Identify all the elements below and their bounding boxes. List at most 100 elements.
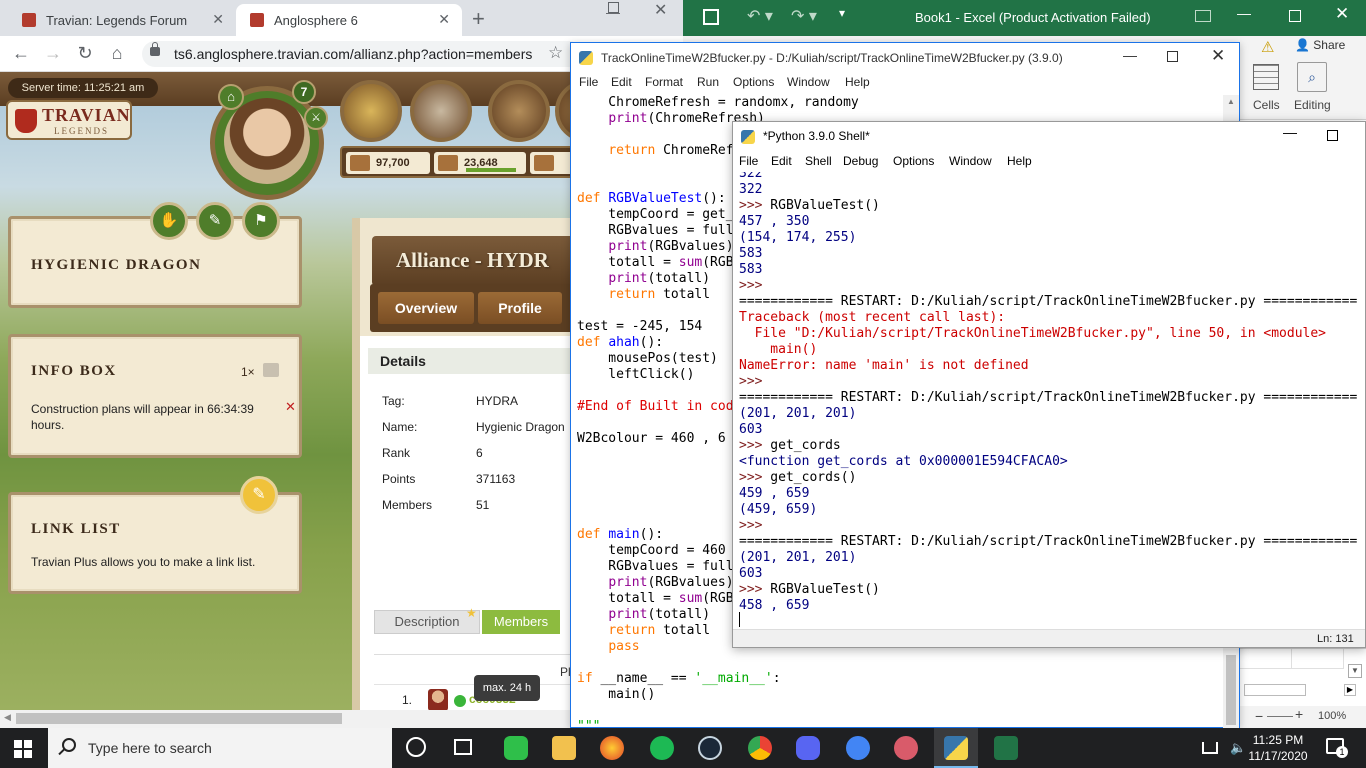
warehouse-capacity[interactable]: 97,700 <box>346 152 430 174</box>
volume-icon[interactable]: 🔈 <box>1230 740 1246 756</box>
flag-icon[interactable]: ⚑ <box>242 202 280 240</box>
tab-travian-forum[interactable]: Travian: Legends Forum ✕ <box>8 4 236 36</box>
grid-cell[interactable] <box>1240 649 1292 669</box>
menu-file[interactable]: File <box>579 75 598 89</box>
alliance-panel-title[interactable]: HYGIENIC DRAGON <box>31 257 201 274</box>
subtab-description[interactable]: Description <box>374 610 480 634</box>
close-window-icon[interactable]: ✕ <box>1211 46 1225 66</box>
customize-toolbar-icon[interactable]: ▾ <box>839 6 845 20</box>
windows-start-icon[interactable] <box>14 740 32 758</box>
bookmark-star-icon[interactable]: ☆ <box>548 43 563 63</box>
chrome-profile-icon[interactable] <box>846 736 870 760</box>
ribbon-display-icon[interactable] <box>1195 10 1211 22</box>
lock-icon[interactable] <box>150 42 160 56</box>
menu-debug[interactable]: Debug <box>843 154 878 168</box>
map-button[interactable] <box>488 80 550 142</box>
network-icon[interactable] <box>1202 742 1218 754</box>
hero-adventure-icon[interactable]: ⚔ <box>304 106 328 130</box>
menu-options[interactable]: Options <box>893 154 934 168</box>
cells-label[interactable]: Cells <box>1253 98 1280 112</box>
redo-icon[interactable]: ↷ ▾ <box>791 6 817 26</box>
reload-icon[interactable]: ↻ <box>74 43 96 64</box>
grid-cell[interactable] <box>1292 649 1344 669</box>
steam-icon[interactable] <box>698 736 722 760</box>
home-icon[interactable]: ⌂ <box>106 43 128 64</box>
menu-run[interactable]: Run <box>697 75 719 89</box>
maximize-icon[interactable] <box>1327 130 1338 141</box>
chrome-icon[interactable] <box>748 736 772 760</box>
menu-edit[interactable]: Edit <box>771 154 792 168</box>
forum-edit-icon[interactable]: ✎ <box>196 202 234 240</box>
menu-options[interactable]: Options <box>733 75 774 89</box>
zoom-slider[interactable] <box>1267 716 1293 717</box>
close-window-icon[interactable]: ✕ <box>1335 4 1349 24</box>
undo-icon[interactable]: ↶ ▾ <box>747 6 773 26</box>
menu-file[interactable]: File <box>739 154 758 168</box>
handshake-icon[interactable]: ✋ <box>150 202 188 240</box>
back-icon[interactable]: ← <box>10 43 32 64</box>
scroll-left-icon[interactable]: ◀ <box>4 712 11 723</box>
new-tab-button[interactable]: + <box>472 6 485 32</box>
menu-help[interactable]: Help <box>845 75 870 89</box>
zoom-out-icon[interactable]: − <box>1255 708 1263 724</box>
maximize-icon[interactable] <box>1167 51 1178 62</box>
editing-search-icon[interactable]: ⌕ <box>1297 62 1327 92</box>
maximize-icon[interactable] <box>608 2 619 13</box>
system-clock[interactable]: 11:25 PM 11/17/2020 <box>1246 732 1310 764</box>
menu-shell[interactable]: Shell <box>805 154 832 168</box>
cells-icon[interactable] <box>1253 64 1279 90</box>
menu-format[interactable]: Format <box>645 75 683 89</box>
cortana-icon[interactable] <box>406 737 426 757</box>
firefox-icon[interactable] <box>600 736 624 760</box>
village-buildings-button[interactable] <box>410 80 472 142</box>
warning-icon[interactable]: ⚠ <box>1261 38 1274 56</box>
menu-window[interactable]: Window <box>949 154 992 168</box>
close-window-icon[interactable]: ✕ <box>654 0 667 20</box>
minimize-icon[interactable]: — <box>1123 47 1137 63</box>
scroll-thumb[interactable] <box>16 713 342 724</box>
sheet-scrollbar[interactable]: ▶ <box>1240 684 1366 698</box>
close-tab-icon[interactable]: ✕ <box>438 11 450 28</box>
excel-icon[interactable] <box>994 736 1018 760</box>
maximize-icon[interactable] <box>1289 10 1301 22</box>
taskbar-search-box[interactable]: Type here to search <box>48 728 392 768</box>
edit-pencil-icon[interactable]: ✎ <box>240 476 278 514</box>
file-explorer-icon[interactable] <box>552 736 576 760</box>
address-bar[interactable]: ts6.anglosphere.travian.com/allianz.php?… <box>142 41 582 67</box>
tab-anglosphere[interactable]: Anglosphere 6 ✕ <box>236 4 462 36</box>
travian-logo[interactable]: TRAVIAN LEGENDS <box>6 100 132 140</box>
spotify-icon[interactable] <box>650 736 674 760</box>
lumber-stock[interactable]: 23,648 <box>434 152 526 174</box>
dismiss-icon[interactable]: ✕ <box>285 399 296 415</box>
hero-avatar[interactable] <box>224 98 310 184</box>
forward-icon[interactable]: → <box>42 43 64 64</box>
close-tab-icon[interactable]: ✕ <box>212 11 224 28</box>
tab-overview[interactable]: Overview <box>378 292 474 324</box>
minimize-icon[interactable]: — <box>1237 5 1251 21</box>
save-icon[interactable] <box>703 9 719 25</box>
share-button[interactable]: 👤 Share <box>1295 38 1345 52</box>
python-idle-icon[interactable] <box>944 736 968 760</box>
resources-view-button[interactable] <box>340 80 402 142</box>
village-home-icon[interactable]: ⌂ <box>218 84 244 110</box>
chevron-down-icon[interactable]: ▼ <box>1348 664 1362 678</box>
zoom-in-icon[interactable]: + <box>1295 706 1303 722</box>
tab-profile[interactable]: Profile <box>478 292 562 324</box>
scroll-right-icon[interactable]: ▶ <box>1344 684 1356 696</box>
minimize-icon[interactable]: — <box>1283 124 1297 140</box>
scroll-thumb[interactable] <box>1226 655 1236 725</box>
envelope-icon[interactable] <box>263 363 279 377</box>
scroll-up-icon[interactable]: ▲ <box>1227 97 1235 106</box>
app-icon[interactable] <box>894 736 918 760</box>
scroll-thumb[interactable] <box>1244 684 1306 696</box>
menu-edit[interactable]: Edit <box>611 75 632 89</box>
task-view-icon[interactable] <box>454 739 472 755</box>
line-app-icon[interactable] <box>504 736 528 760</box>
discord-icon[interactable] <box>796 736 820 760</box>
menu-help[interactable]: Help <box>1007 154 1032 168</box>
editing-label[interactable]: Editing <box>1294 98 1331 112</box>
zoom-level[interactable]: 100% <box>1318 710 1346 722</box>
subtab-members[interactable]: Members <box>482 610 560 634</box>
menu-window[interactable]: Window <box>787 75 830 89</box>
shell-output[interactable]: 322 322 >>> RGBValueTest() 457 , 350 (15… <box>739 172 1365 628</box>
